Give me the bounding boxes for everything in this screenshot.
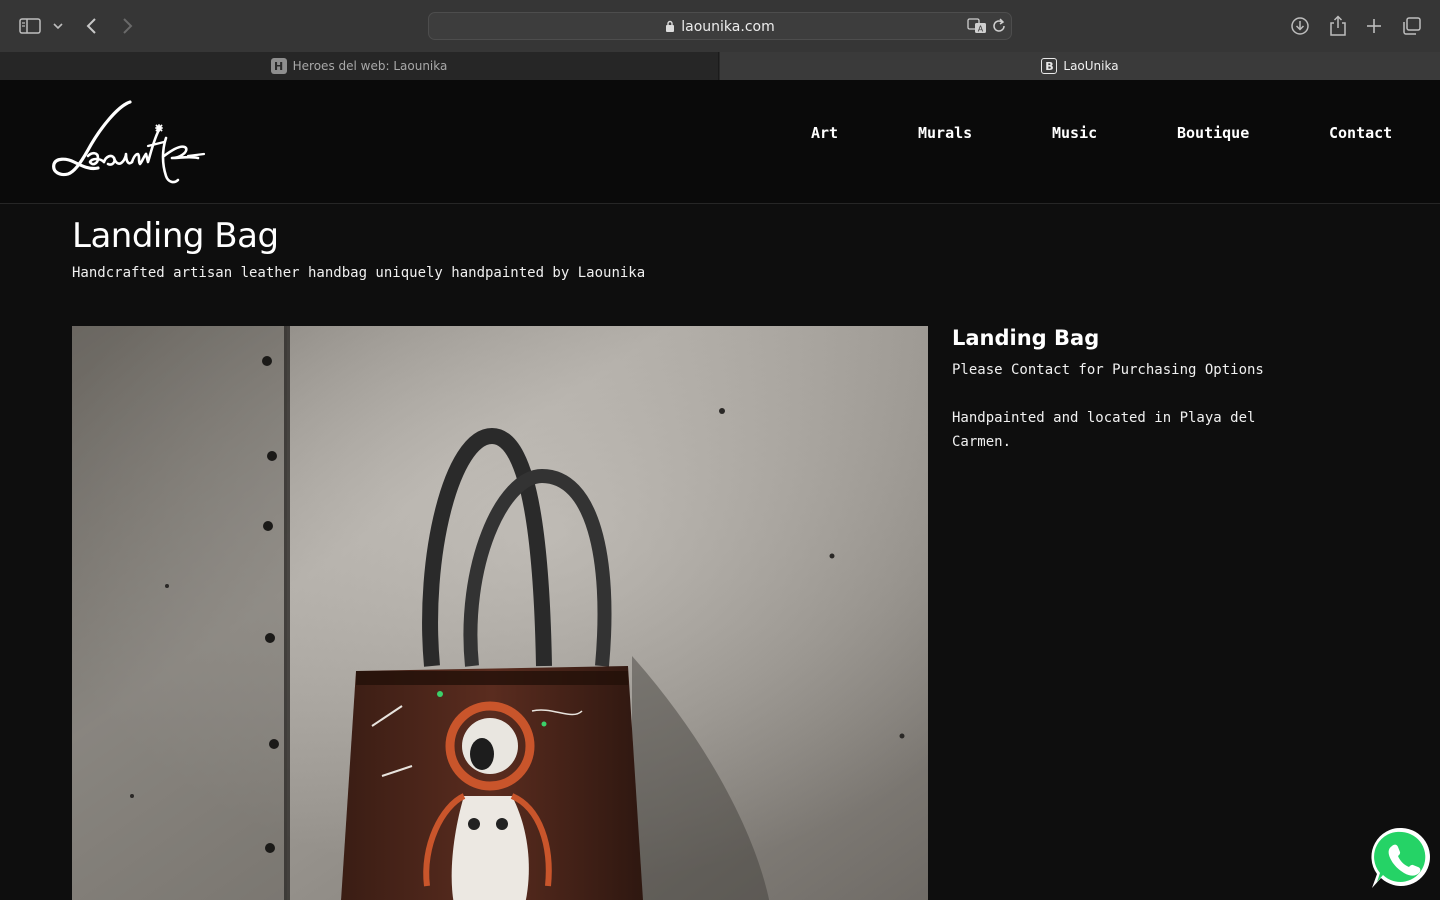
tab-favicon: H: [270, 58, 287, 74]
url-text: laounika.com: [681, 19, 775, 35]
forward-arrow-icon[interactable]: [115, 14, 139, 38]
product-details: Landing Bag Please Contact for Purchasin…: [952, 326, 1272, 454]
address-bar[interactable]: laounika.com A: [428, 12, 1012, 40]
whatsapp-icon: [1371, 827, 1430, 888]
purchase-note: Please Contact for Purchasing Options: [952, 362, 1264, 378]
browser-toolbar: laounika.com A: [0, 0, 1440, 52]
back-arrow-icon[interactable]: [80, 14, 104, 38]
tab-laounika[interactable]: B LaoUnika: [720, 52, 1440, 80]
nav-item-murals[interactable]: Murals: [918, 124, 972, 142]
lock-icon: [665, 20, 675, 36]
tab-label: Heroes del web: Laounika: [292, 59, 448, 73]
svg-text:A: A: [978, 25, 984, 34]
page-subtitle: Handcrafted artisan leather handbag uniq…: [72, 265, 646, 281]
site-logo[interactable]: [48, 98, 208, 190]
product-title: Landing Bag: [952, 326, 1100, 350]
tab-favicon: B: [1041, 58, 1058, 74]
whatsapp-button[interactable]: [1368, 824, 1436, 892]
tab-label: LaoUnika: [1063, 59, 1119, 73]
share-icon[interactable]: [1326, 14, 1350, 38]
tab-heroes-del-web[interactable]: H Heroes del web: Laounika: [0, 52, 719, 80]
main-nav: Art Murals Music Boutique Contact: [0, 124, 1440, 144]
plus-icon[interactable]: [1362, 14, 1386, 38]
tabs-icon[interactable]: [1400, 14, 1424, 38]
site-header: Art Murals Music Boutique Contact: [0, 80, 1440, 204]
nav-item-music[interactable]: Music: [1052, 124, 1097, 142]
download-icon[interactable]: [1288, 14, 1312, 38]
translate-icon[interactable]: A: [967, 18, 987, 39]
page-content: Landing Bag Handcrafted artisan leather …: [0, 204, 1440, 900]
tab-bar: H Heroes del web: Laounika B LaoUnika: [0, 52, 1440, 80]
product-image[interactable]: [72, 326, 928, 900]
nav-item-boutique[interactable]: Boutique: [1177, 124, 1249, 142]
page-title: Landing Bag: [72, 216, 279, 256]
sidebar-icon[interactable]: [18, 14, 42, 38]
location-note: Handpainted and located in Playa del Car…: [952, 410, 1256, 450]
nav-item-contact[interactable]: Contact: [1329, 124, 1392, 142]
chevron-down-icon[interactable]: [46, 14, 70, 38]
reload-icon[interactable]: [991, 18, 1007, 39]
nav-item-art[interactable]: Art: [811, 124, 838, 142]
